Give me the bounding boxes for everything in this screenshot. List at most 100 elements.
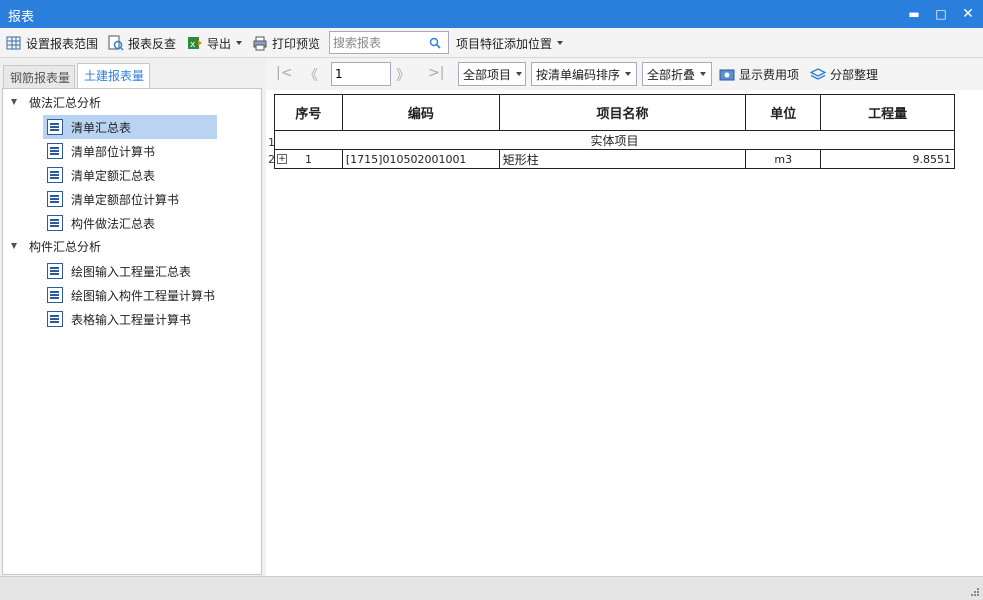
chevron-down-icon bbox=[700, 72, 707, 76]
tree-item-bill-quota-summary[interactable]: 清单定额汇总表 bbox=[43, 163, 217, 187]
organize-button[interactable]: 分部整理 bbox=[810, 66, 878, 83]
report-document-icon bbox=[47, 167, 63, 183]
search-icon[interactable] bbox=[429, 37, 441, 49]
table-header-row: 序号 编码 项目名称 单位 工程量 bbox=[274, 94, 955, 131]
column-header-name[interactable]: 项目名称 bbox=[498, 94, 747, 131]
tree-item-label: 清单部位计算书 bbox=[71, 144, 156, 159]
tree-group-label: 构件汇总分析 bbox=[29, 239, 102, 254]
tree-item-bill-part-calc[interactable]: 清单部位计算书 bbox=[43, 139, 217, 163]
search-input[interactable] bbox=[333, 35, 425, 51]
tree-item-component-method-summary[interactable]: 构件做法汇总表 bbox=[43, 211, 217, 235]
table-row[interactable]: + 1 [1715]010502001001 矩形柱 m3 9.8551 bbox=[274, 149, 955, 169]
grid-settings-icon bbox=[6, 36, 21, 50]
page-number-input[interactable] bbox=[335, 64, 389, 84]
last-page-button[interactable]: >| bbox=[428, 65, 444, 81]
print-preview-label: 打印预览 bbox=[272, 36, 321, 51]
tree-group-component-summary[interactable]: 构件汇总分析 bbox=[11, 235, 101, 257]
tab-rebar-report[interactable]: 钢筋报表量 bbox=[3, 65, 75, 88]
report-document-icon bbox=[47, 287, 63, 303]
cell-seq-value: 1 bbox=[304, 152, 312, 166]
report-document-icon bbox=[47, 263, 63, 279]
export-excel-icon: x bbox=[188, 37, 202, 50]
tree-item-label: 构件做法汇总表 bbox=[71, 216, 156, 231]
main-toolbar: 设置报表范围 报表反查 x 导出 打印预览 项目特征添加位置 bbox=[0, 28, 983, 58]
project-scope-dropdown[interactable]: 全部项目 bbox=[458, 62, 526, 86]
tree-item-label: 表格输入工程量计算书 bbox=[71, 312, 192, 327]
column-header-seq[interactable]: 序号 bbox=[274, 94, 343, 131]
left-panel: 钢筋报表量 土建报表量 做法汇总分析 清单汇总表 清单部位计算书 清单定额汇总表… bbox=[0, 58, 264, 576]
expand-triangle-icon[interactable] bbox=[11, 243, 17, 249]
svg-text:x: x bbox=[190, 40, 196, 50]
report-document-icon bbox=[47, 143, 63, 159]
column-header-qty[interactable]: 工程量 bbox=[820, 94, 955, 131]
fee-icon bbox=[719, 69, 735, 80]
chevron-down-icon bbox=[557, 41, 564, 45]
maximize-button[interactable]: □ bbox=[930, 4, 952, 24]
fold-value: 全部折叠 bbox=[647, 67, 696, 82]
feature-position-label: 项目特征添加位置 bbox=[456, 36, 553, 51]
report-tabs: 钢筋报表量 土建报表量 bbox=[0, 58, 264, 89]
search-box bbox=[329, 31, 449, 54]
feature-position-dropdown[interactable]: 项目特征添加位置 bbox=[456, 33, 564, 53]
set-report-range-button[interactable]: 设置报表范围 bbox=[6, 33, 98, 53]
window-title: 报表 bbox=[8, 10, 35, 25]
close-button[interactable]: ✕ bbox=[957, 4, 979, 24]
tree-item-drawing-qty-summary[interactable]: 绘图输入工程量汇总表 bbox=[43, 259, 217, 283]
title-bar: 报表 ▬ □ ✕ bbox=[0, 0, 983, 28]
tree-item-bill-summary[interactable]: 清单汇总表 bbox=[43, 115, 217, 139]
prev-page-button[interactable]: 《 bbox=[304, 65, 318, 85]
chevron-down-icon bbox=[236, 41, 243, 45]
set-report-range-label: 设置报表范围 bbox=[26, 36, 99, 51]
expand-plus-icon[interactable]: + bbox=[277, 154, 287, 164]
cell-seq: + 1 bbox=[274, 149, 343, 169]
show-fee-button[interactable]: 显示费用项 bbox=[719, 66, 799, 83]
report-tree: 做法汇总分析 清单汇总表 清单部位计算书 清单定额汇总表 清单定额部位计算书 构… bbox=[2, 88, 262, 575]
fold-dropdown[interactable]: 全部折叠 bbox=[642, 62, 712, 86]
report-document-icon bbox=[47, 311, 63, 327]
tree-item-table-qty-calc[interactable]: 表格输入工程量计算书 bbox=[43, 307, 217, 331]
organize-label: 分部整理 bbox=[830, 68, 879, 82]
column-header-code[interactable]: 编码 bbox=[341, 94, 500, 131]
sort-dropdown[interactable]: 按清单编码排序 bbox=[531, 62, 637, 86]
tree-item-drawing-component-calc[interactable]: 绘图输入构件工程量计算书 bbox=[43, 283, 217, 307]
report-document-icon bbox=[47, 119, 63, 135]
report-reverse-check-button[interactable]: 报表反查 bbox=[108, 33, 176, 53]
report-table: 序号 编码 项目名称 单位 工程量 实体项目 + 1 [1715]0105020… bbox=[274, 94, 955, 169]
sort-value: 按清单编码排序 bbox=[536, 67, 621, 82]
expand-triangle-icon[interactable] bbox=[11, 99, 17, 105]
tab-civil-report[interactable]: 土建报表量 bbox=[77, 63, 150, 89]
group-row-label: 实体项目 bbox=[274, 130, 955, 150]
page-number-box bbox=[331, 62, 391, 86]
column-header-unit[interactable]: 单位 bbox=[745, 94, 822, 131]
tree-group-method-summary[interactable]: 做法汇总分析 bbox=[11, 91, 101, 113]
tree-item-label: 绘图输入构件工程量计算书 bbox=[71, 288, 216, 303]
print-preview-icon bbox=[253, 36, 267, 51]
print-preview-button[interactable]: 打印预览 bbox=[252, 33, 320, 53]
chevron-down-icon bbox=[516, 72, 523, 76]
report-document-icon bbox=[47, 191, 63, 207]
tree-item-label: 清单定额汇总表 bbox=[71, 168, 156, 183]
first-page-button[interactable]: |< bbox=[276, 65, 292, 81]
chevron-down-icon bbox=[625, 72, 632, 76]
tree-item-label: 清单定额部位计算书 bbox=[71, 192, 180, 207]
tree-item-label: 清单汇总表 bbox=[71, 120, 132, 135]
project-scope-value: 全部项目 bbox=[463, 67, 512, 82]
report-reverse-check-label: 报表反查 bbox=[128, 36, 177, 51]
tree-item-bill-quota-part-calc[interactable]: 清单定额部位计算书 bbox=[43, 187, 217, 211]
export-label: 导出 bbox=[207, 36, 232, 51]
group-row[interactable]: 实体项目 bbox=[274, 130, 955, 150]
minimize-button[interactable]: ▬ bbox=[903, 4, 925, 24]
status-bar bbox=[0, 576, 983, 600]
show-fee-label: 显示费用项 bbox=[739, 68, 800, 82]
tree-item-label: 绘图输入工程量汇总表 bbox=[71, 264, 192, 279]
cell-unit: m3 bbox=[745, 149, 822, 169]
cell-qty: 9.8551 bbox=[820, 149, 955, 169]
report-document-icon bbox=[47, 215, 63, 231]
export-button[interactable]: x 导出 bbox=[187, 33, 243, 53]
report-toolbar: |< 《 》 >| 全部项目 按清单编码排序 全部折叠 显示费用项 分部整理 bbox=[266, 58, 983, 90]
next-page-button[interactable]: 》 bbox=[396, 65, 410, 85]
cell-code: [1715]010502001001 bbox=[341, 149, 500, 169]
layers-icon bbox=[810, 67, 826, 80]
magnify-document-icon bbox=[108, 35, 124, 51]
resize-grip-icon[interactable] bbox=[969, 586, 979, 596]
